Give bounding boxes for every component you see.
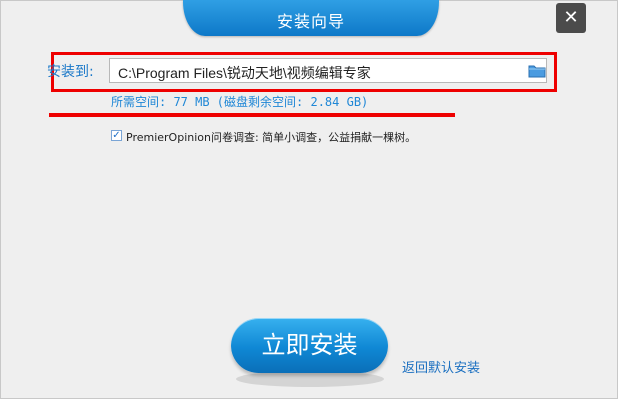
disk-space-info: 所需空间: 77 MB (磁盘剩余空间: 2.84 GB)	[111, 95, 369, 109]
install-button-shadow	[236, 371, 384, 387]
space-highlight-underline	[49, 113, 455, 117]
install-path-input[interactable]: C:\Program Files\锐动天地\视频编辑专家	[109, 58, 547, 83]
close-button[interactable]: ✕	[556, 3, 586, 33]
install-path-value[interactable]: C:\Program Files\锐动天地\视频编辑专家	[118, 63, 371, 83]
install-path-label: 安装到:	[47, 64, 94, 80]
survey-label: PremierOpinion问卷调查: 简单小调查，公益捐献一棵树。	[126, 131, 417, 144]
installer-window: 安装向导 ✕ 安装到: C:\Program Files\锐动天地\视频编辑专家…	[0, 0, 618, 399]
window-title: 安装向导	[276, 12, 345, 31]
install-now-button[interactable]: 立即安装	[231, 318, 388, 373]
folder-icon[interactable]	[528, 63, 546, 79]
title-tab: 安装向导	[183, 0, 439, 36]
back-to-default-link[interactable]: 返回默认安装	[402, 357, 480, 376]
survey-checkbox[interactable]: ✓	[111, 130, 122, 141]
